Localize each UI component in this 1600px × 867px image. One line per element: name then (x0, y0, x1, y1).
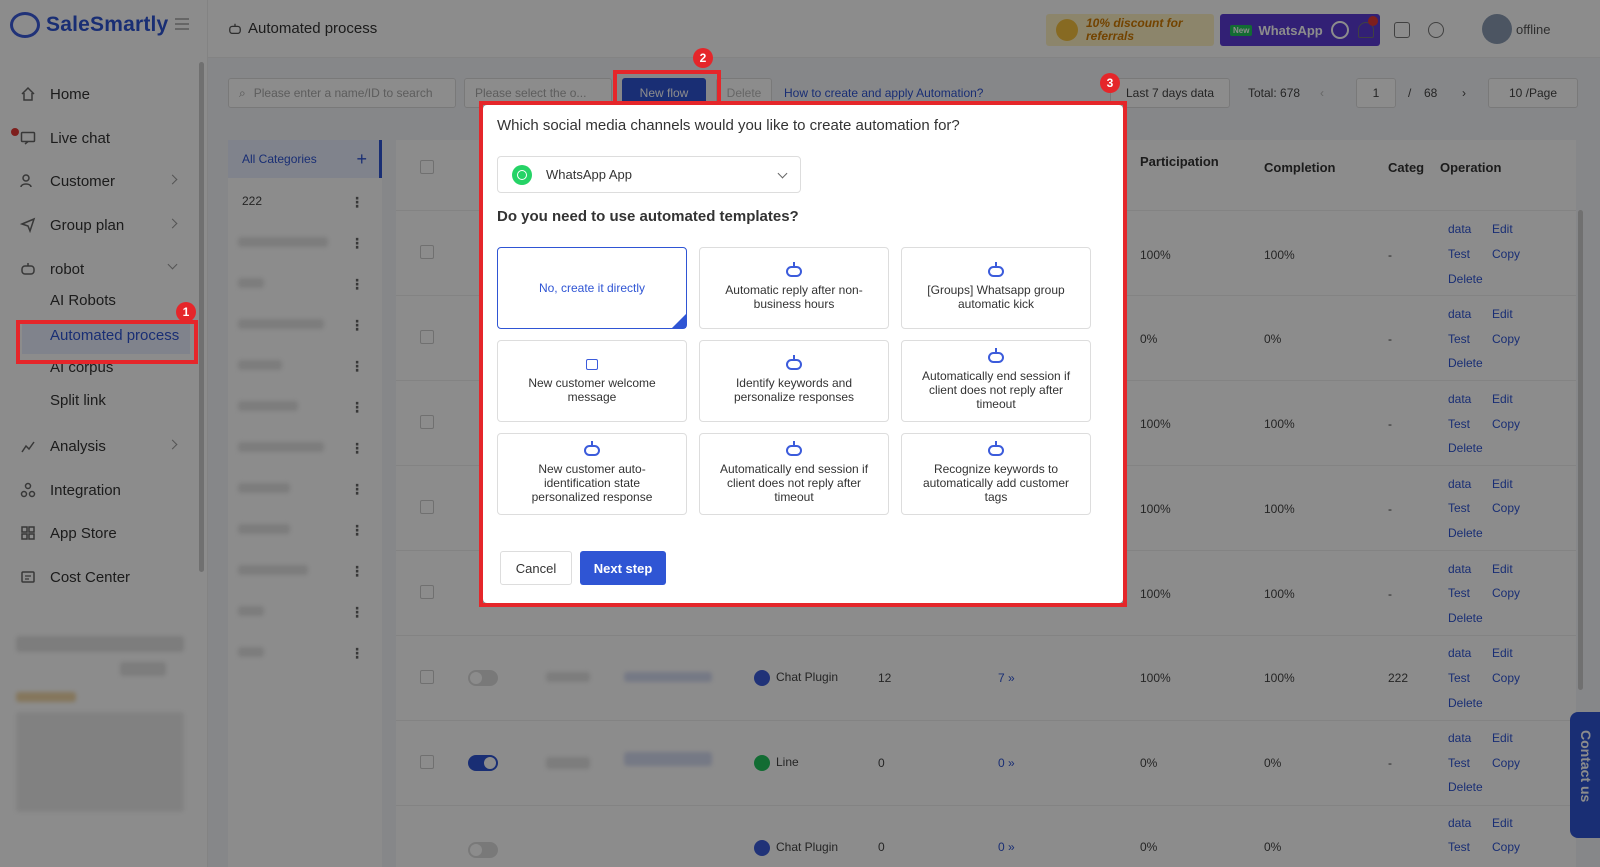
robot-icon (988, 261, 1004, 277)
template-group-kick[interactable]: [Groups] Whatsapp group automatic kick (901, 247, 1091, 329)
whatsapp-icon (512, 164, 532, 185)
cancel-button[interactable]: Cancel (500, 551, 572, 585)
template-keyword-response[interactable]: Identify keywords and personalize respon… (699, 340, 889, 422)
template-label: New customer auto-identification state p… (531, 461, 653, 504)
annotation-badge-2: 2 (693, 48, 713, 68)
template-label: Automatically end session if client does… (921, 368, 1071, 411)
channel-select[interactable]: WhatsApp App (497, 156, 801, 193)
annotation-box-automated-process (16, 320, 198, 364)
template-label: Identify keywords and personalize respon… (733, 375, 855, 404)
create-automation-dialog: Which social media channels would you li… (483, 105, 1123, 603)
channel-question: Which social media channels would you li… (497, 117, 960, 134)
template-non-business-hours[interactable]: Automatic reply after non-business hours (699, 247, 889, 329)
template-end-session-timeout[interactable]: Automatically end session if client does… (901, 340, 1091, 422)
robot-icon (786, 261, 802, 277)
robot-icon (988, 440, 1004, 456)
template-question: Do you need to use automated templates? (497, 208, 799, 225)
annotation-badge-3: 3 (1100, 73, 1120, 93)
channel-select-value: WhatsApp App (546, 167, 632, 182)
template-end-session-timeout-2[interactable]: Automatically end session if client does… (699, 433, 889, 515)
robot-icon (584, 440, 600, 456)
next-step-button[interactable]: Next step (580, 551, 666, 585)
chevron-down-icon (777, 168, 788, 179)
template-label: Automatically end session if client does… (719, 461, 869, 504)
robot-icon (786, 440, 802, 456)
template-label: New customer welcome message (528, 375, 656, 404)
robot-icon (988, 347, 1004, 363)
template-welcome-message[interactable]: New customer welcome message (497, 340, 687, 422)
template-keyword-tags[interactable]: Recognize keywords to automatically add … (901, 433, 1091, 515)
template-label: Automatic reply after non-business hours (725, 282, 863, 311)
robot-icon (786, 354, 802, 370)
template-create-directly[interactable]: No, create it directly (497, 247, 687, 329)
message-icon (586, 358, 598, 370)
template-label: No, create it directly (538, 281, 646, 295)
template-auto-identification[interactable]: New customer auto-identification state p… (497, 433, 687, 515)
template-label: Recognize keywords to automatically add … (922, 461, 1070, 504)
template-label: [Groups] Whatsapp group automatic kick (927, 282, 1065, 311)
annotation-badge-1: 1 (176, 302, 196, 322)
